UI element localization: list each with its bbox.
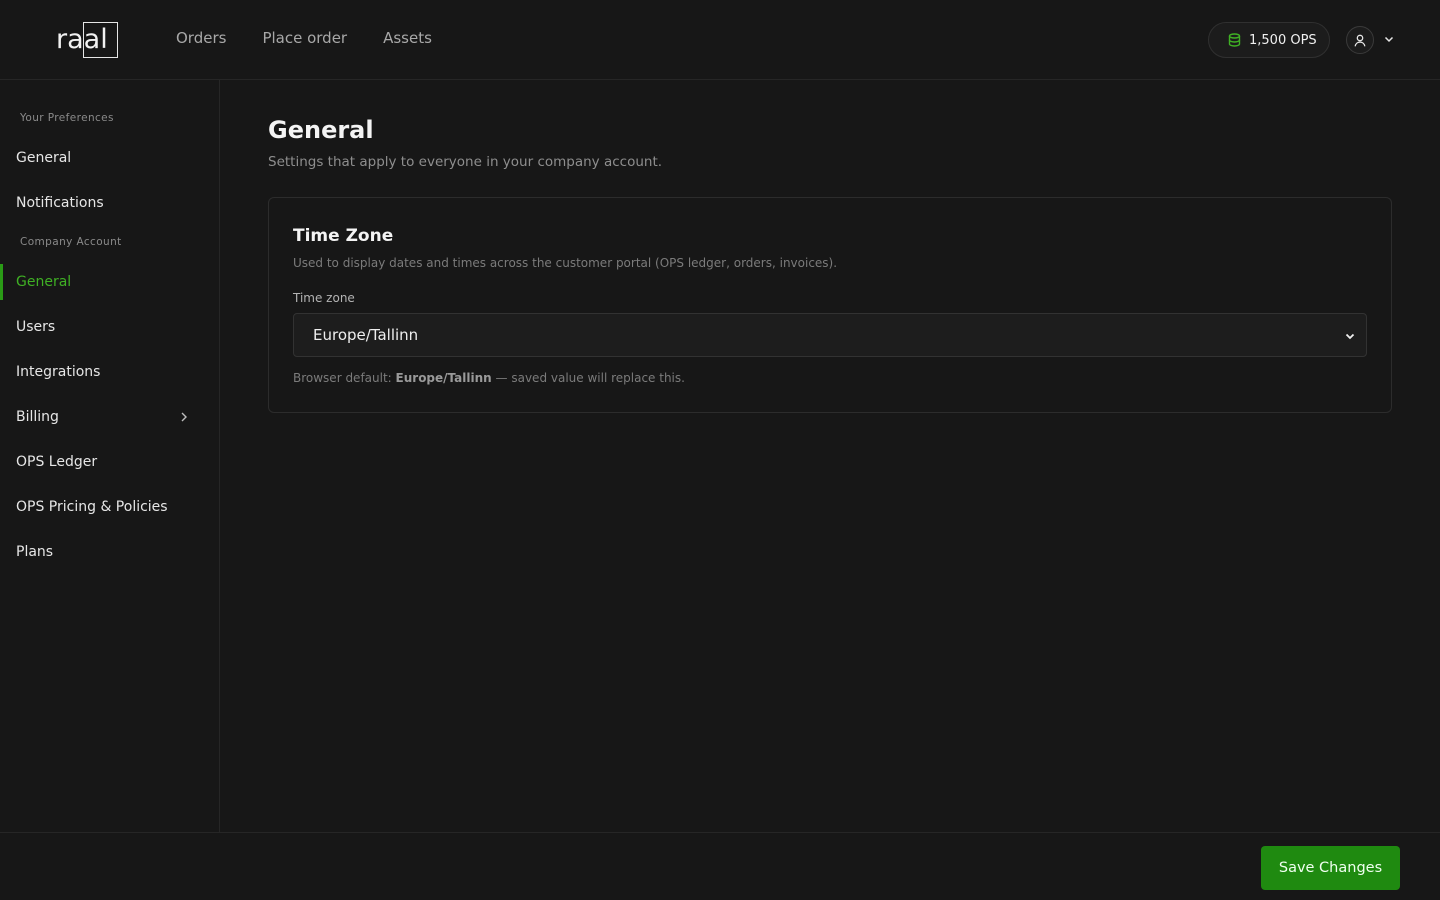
sidebar-item-users[interactable]: Users: [0, 309, 219, 345]
sidebar-item-label: Integrations: [16, 364, 101, 380]
nav-place-order[interactable]: Place order: [262, 29, 347, 47]
sidebar-item-label: General: [16, 274, 72, 290]
card-title: Time Zone: [293, 226, 394, 246]
nav-orders[interactable]: Orders: [176, 29, 226, 47]
sidebar-item-notifications[interactable]: Notifications: [0, 185, 219, 221]
brand-logo[interactable]: raal: [56, 22, 118, 58]
page-subtitle: Settings that apply to everyone in your …: [268, 154, 663, 170]
timezone-select[interactable]: Europe/Tallinn: [293, 313, 1367, 357]
main-nav: Orders Place order Assets: [176, 29, 468, 47]
sidebar-heading-company: Company Account: [20, 236, 122, 248]
save-changes-button[interactable]: Save Changes: [1261, 846, 1400, 890]
sidebar-item-ops-ledger[interactable]: OPS Ledger: [0, 444, 219, 480]
ops-balance-button[interactable]: 1,500 OPS: [1208, 22, 1330, 58]
page-title: General: [268, 116, 374, 144]
sidebar-item-billing[interactable]: Billing: [0, 399, 219, 435]
timezone-selected-value: Europe/Tallinn: [313, 326, 419, 344]
sidebar-item-general-company[interactable]: General: [0, 264, 219, 300]
nav-assets[interactable]: Assets: [383, 29, 432, 47]
sidebar-item-label: Notifications: [16, 195, 104, 211]
ops-balance-label: 1,500 OPS: [1249, 32, 1317, 48]
sidebar-item-label: General: [16, 150, 72, 166]
sidebar-heading-preferences: Your Preferences: [20, 112, 114, 124]
top-bar: raal Orders Place order Assets 1,500 OPS: [0, 0, 1440, 80]
settings-sidebar: Your Preferences General Notifications C…: [0, 80, 220, 832]
card-description: Used to display dates and times across t…: [293, 256, 838, 270]
coins-icon: [1228, 33, 1241, 47]
browser-default-value: Europe/Tallinn: [395, 371, 492, 385]
timezone-card: Time Zone Used to display dates and time…: [268, 197, 1392, 413]
chevron-down-icon[interactable]: [1383, 33, 1395, 45]
browser-default-note: Browser default: Europe/Tallinn — saved …: [293, 371, 685, 385]
user-menu-button[interactable]: [1346, 26, 1374, 54]
sidebar-item-general-preferences[interactable]: General: [0, 140, 219, 176]
chevron-down-icon: [1345, 333, 1355, 340]
sidebar-item-label: Plans: [16, 544, 54, 560]
chevron-right-icon: [181, 412, 187, 422]
timezone-field-label: Time zone: [293, 291, 355, 305]
browser-default-prefix: Browser default:: [293, 371, 396, 385]
browser-default-suffix: — saved value will replace this.: [491, 371, 685, 385]
sidebar-item-integrations[interactable]: Integrations: [0, 354, 219, 390]
sidebar-item-plans[interactable]: Plans: [0, 534, 219, 570]
logo-box: [83, 22, 118, 58]
user-icon: [1354, 34, 1366, 46]
footer-bar: Save Changes: [0, 832, 1440, 900]
sidebar-item-ops-pricing[interactable]: OPS Pricing & Policies: [0, 489, 219, 525]
sidebar-item-label: Billing: [16, 409, 59, 425]
sidebar-item-label: Users: [16, 319, 56, 335]
sidebar-item-label: OPS Pricing & Policies: [16, 499, 168, 515]
sidebar-item-label: OPS Ledger: [16, 454, 98, 470]
